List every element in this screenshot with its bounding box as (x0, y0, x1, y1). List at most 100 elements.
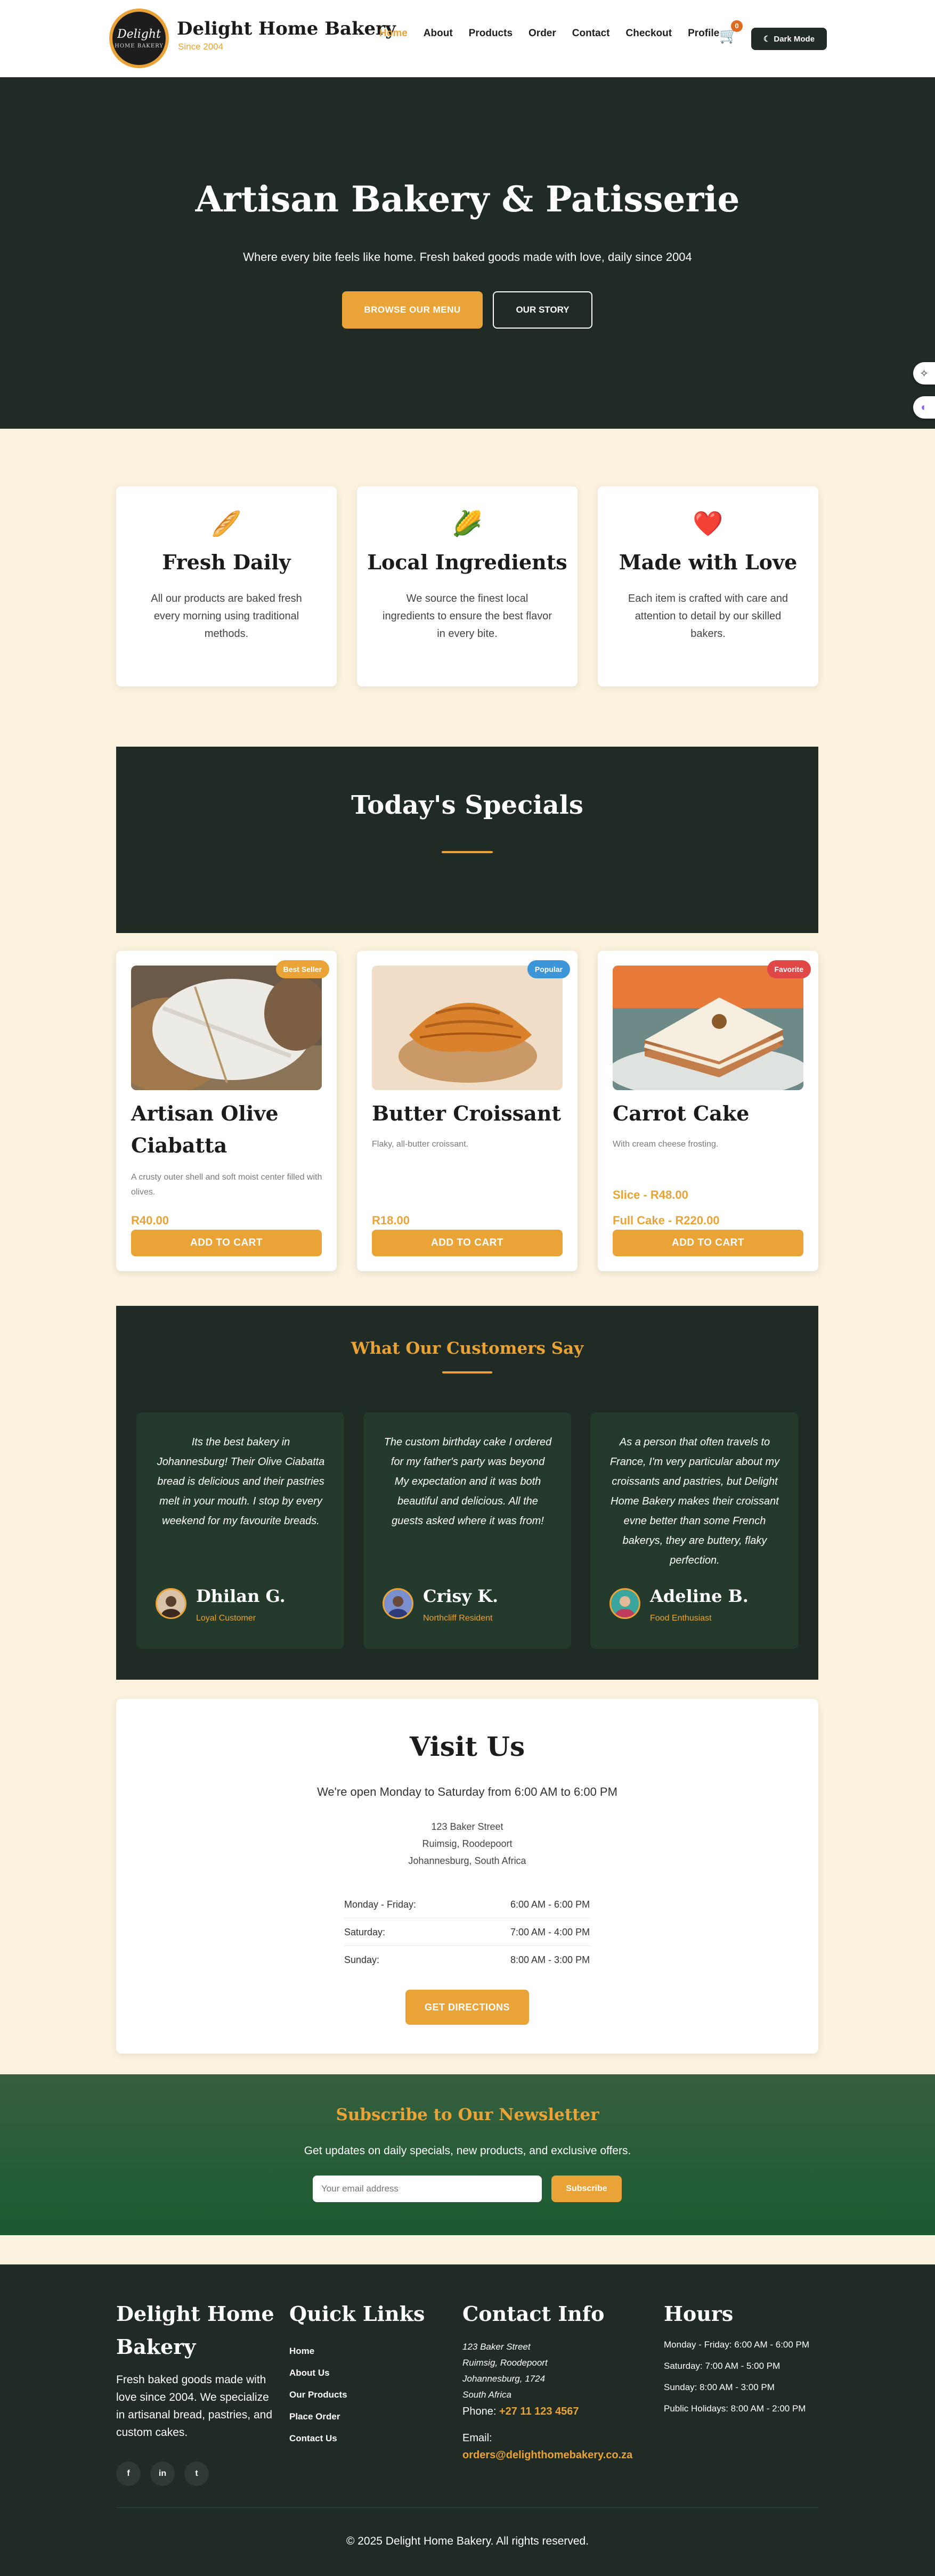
our-story-button[interactable]: OUR STORY (493, 291, 592, 329)
feature-card-fresh-daily: 🥖 Fresh Daily All our products are baked… (116, 486, 337, 686)
testimonials-title: What Our Customers Say (351, 1339, 584, 1358)
feature-card-made-with-love: ❤️ Made with Love Each item is crafted w… (598, 486, 818, 686)
dark-mode-button[interactable]: ☾ Dark Mode (751, 28, 827, 50)
add-to-cart-button[interactable]: ADD TO CART (131, 1230, 322, 1256)
title-underline (442, 851, 493, 853)
email-label: Email: (462, 2432, 492, 2444)
testimonial-name: Crisy K. (423, 1586, 499, 1606)
corn-icon: 🌽 (452, 510, 483, 537)
subscribe-button[interactable]: Subscribe (551, 2176, 622, 2202)
product-image[interactable] (131, 966, 322, 1090)
hours-row: Saturday: 7:00 AM - 4:00 PM (344, 1918, 590, 1946)
specials-title: Today's Specials (351, 790, 583, 820)
product-description: With cream cheese frosting. (613, 1140, 719, 1149)
product-description: Flaky, all-butter croissant. (372, 1140, 469, 1149)
hero-title: Artisan Bakery & Patisserie (195, 178, 740, 220)
specials-header: Today's Specials (116, 747, 818, 933)
product-image[interactable] (372, 966, 563, 1090)
testimonial-card: The custom birthday cake I ordered for m… (363, 1412, 571, 1649)
footer-hours-line: Saturday: 7:00 AM - 5:00 PM (664, 2361, 780, 2371)
linkedin-icon[interactable]: in (150, 2461, 175, 2486)
testimonial-card: Its the best bakery in Johannesburg! The… (136, 1412, 344, 1649)
footer-link-about[interactable]: About Us (289, 2362, 428, 2384)
newsletter-section: Subscribe to Our Newsletter Get updates … (0, 2074, 935, 2235)
avatar (383, 1588, 413, 1619)
feature-card-local-ingredients: 🌽 Local Ingredients We source the finest… (357, 486, 578, 686)
footer-address: 123 Baker Street Ruimsig, Roodepoort Joh… (462, 2342, 548, 2400)
visit-title: Visit Us (409, 1731, 525, 1762)
nav-products[interactable]: Products (469, 28, 513, 39)
email-link[interactable]: orders@delighthomebakery.co.za (462, 2447, 654, 2464)
hero-subtitle: Where every bite feels like home. Fresh … (243, 250, 692, 264)
product-price-full: Full Cake - R220.00 (613, 1214, 720, 1227)
opening-summary: We're open Monday to Saturday from 6:00 … (317, 1785, 617, 1798)
brand-name[interactable]: Delight Home Bakery (177, 18, 396, 39)
product-description: A crusty outer shell and soft moist cent… (131, 1173, 322, 1197)
add-to-cart-button[interactable]: ADD TO CART (372, 1230, 563, 1256)
footer-brand: Delight Home Bakery (116, 2302, 274, 2359)
product-name: Carrot Cake (613, 1101, 750, 1125)
feature-title: Local Ingredients (367, 550, 567, 574)
testimonial-quote: The custom birthday cake I ordered for m… (384, 1436, 552, 1527)
product-card-croissant: Popular Butter Croissant Flaky, all-butt… (357, 951, 578, 1271)
product-name: Butter Croissant (372, 1101, 561, 1125)
feature-title: Made with Love (619, 550, 798, 574)
feature-text: Each item is crafted with care and atten… (628, 593, 788, 640)
footer-brand-column: Delight Home Bakery Fresh baked goods ma… (116, 2297, 276, 2441)
title-underline (442, 1371, 492, 1373)
product-name: Artisan Olive Ciabatta (131, 1101, 279, 1157)
cart-count-badge: 0 (731, 20, 743, 32)
visit-us-section: Visit Us We're open Monday to Saturday f… (116, 1699, 818, 2054)
testimonial-role: Food Enthusiast (650, 1614, 712, 1623)
facebook-icon[interactable]: f (116, 2461, 141, 2486)
product-card-carrot-cake: Favorite Carrot Cake With cream cheese f… (598, 951, 818, 1271)
browse-menu-button[interactable]: BROWSE OUR MENU (342, 291, 483, 329)
product-image[interactable] (613, 966, 803, 1090)
nav-order[interactable]: Order (529, 28, 556, 39)
chat-widget-icon[interactable]: ◐ (913, 396, 935, 419)
contact-info-title: Contact Info (462, 2302, 605, 2326)
footer-divider (116, 2507, 818, 2508)
footer-link-products[interactable]: Our Products (289, 2384, 428, 2406)
copyright: © 2025 Delight Home Bakery. All rights r… (346, 2535, 589, 2547)
add-to-cart-button[interactable]: ADD TO CART (613, 1230, 803, 1256)
logo[interactable]: Delight HOME BAKERY (109, 9, 169, 68)
footer-about: Fresh baked goods made with love since 2… (116, 2374, 273, 2439)
dark-mode-label: Dark Mode (774, 34, 815, 44)
hours-row: Monday - Friday: 6:00 AM - 6:00 PM (344, 1891, 590, 1918)
testimonial-name: Adeline B. (650, 1586, 749, 1606)
testimonial-quote: Its the best bakery in Johannesburg! The… (157, 1436, 325, 1527)
nav-checkout[interactable]: Checkout (626, 28, 672, 39)
hours-row: Sunday: 8:00 AM - 3:00 PM (344, 1955, 590, 1965)
bread-icon: 🥖 (211, 510, 242, 537)
avatar (609, 1588, 640, 1619)
logo-subtext: HOME BAKERY (115, 43, 164, 49)
footer-link-order[interactable]: Place Order (289, 2406, 428, 2427)
get-directions-button[interactable]: GET DIRECTIONS (405, 1990, 529, 2025)
site-header: Delight HOME BAKERY Delight Home Bakery … (0, 0, 935, 77)
product-price: R40.00 (131, 1214, 169, 1227)
nav-about[interactable]: About (424, 28, 453, 39)
testimonial-role: Northcliff Resident (423, 1614, 493, 1623)
hero-section: Artisan Bakery & Patisserie Where every … (0, 77, 935, 429)
footer-link-home[interactable]: Home (289, 2340, 428, 2362)
email-input[interactable] (313, 2176, 542, 2202)
avatar (156, 1588, 186, 1619)
twitter-icon[interactable]: t (184, 2461, 209, 2486)
favorite-badge: Favorite (767, 960, 811, 978)
nav-contact[interactable]: Contact (572, 28, 610, 39)
phone-link[interactable]: +27 11 123 4567 (499, 2406, 579, 2417)
address: 123 Baker Street Ruimsig, Roodepoort Joh… (408, 1821, 526, 1866)
testimonials-section: What Our Customers Say Its the best bake… (116, 1306, 818, 1680)
nav-profile[interactable]: Profile (688, 28, 719, 39)
feature-text: All our products are baked fresh every m… (151, 593, 302, 640)
nav-home[interactable]: Home (379, 28, 408, 39)
accessibility-icon[interactable]: ✧ (913, 362, 935, 385)
quick-links-title: Quick Links (289, 2302, 425, 2326)
testimonial-role: Loyal Customer (196, 1614, 256, 1623)
footer-link-contact[interactable]: Contact Us (289, 2427, 428, 2449)
product-card-ciabatta: Best Seller Artisan Olive Ciabatta A cru… (116, 951, 337, 1271)
main-nav: Home About Products Order Contact Checko… (379, 28, 735, 39)
popular-badge: Popular (527, 960, 570, 978)
site-footer: Delight Home Bakery Fresh baked goods ma… (0, 2264, 935, 2576)
